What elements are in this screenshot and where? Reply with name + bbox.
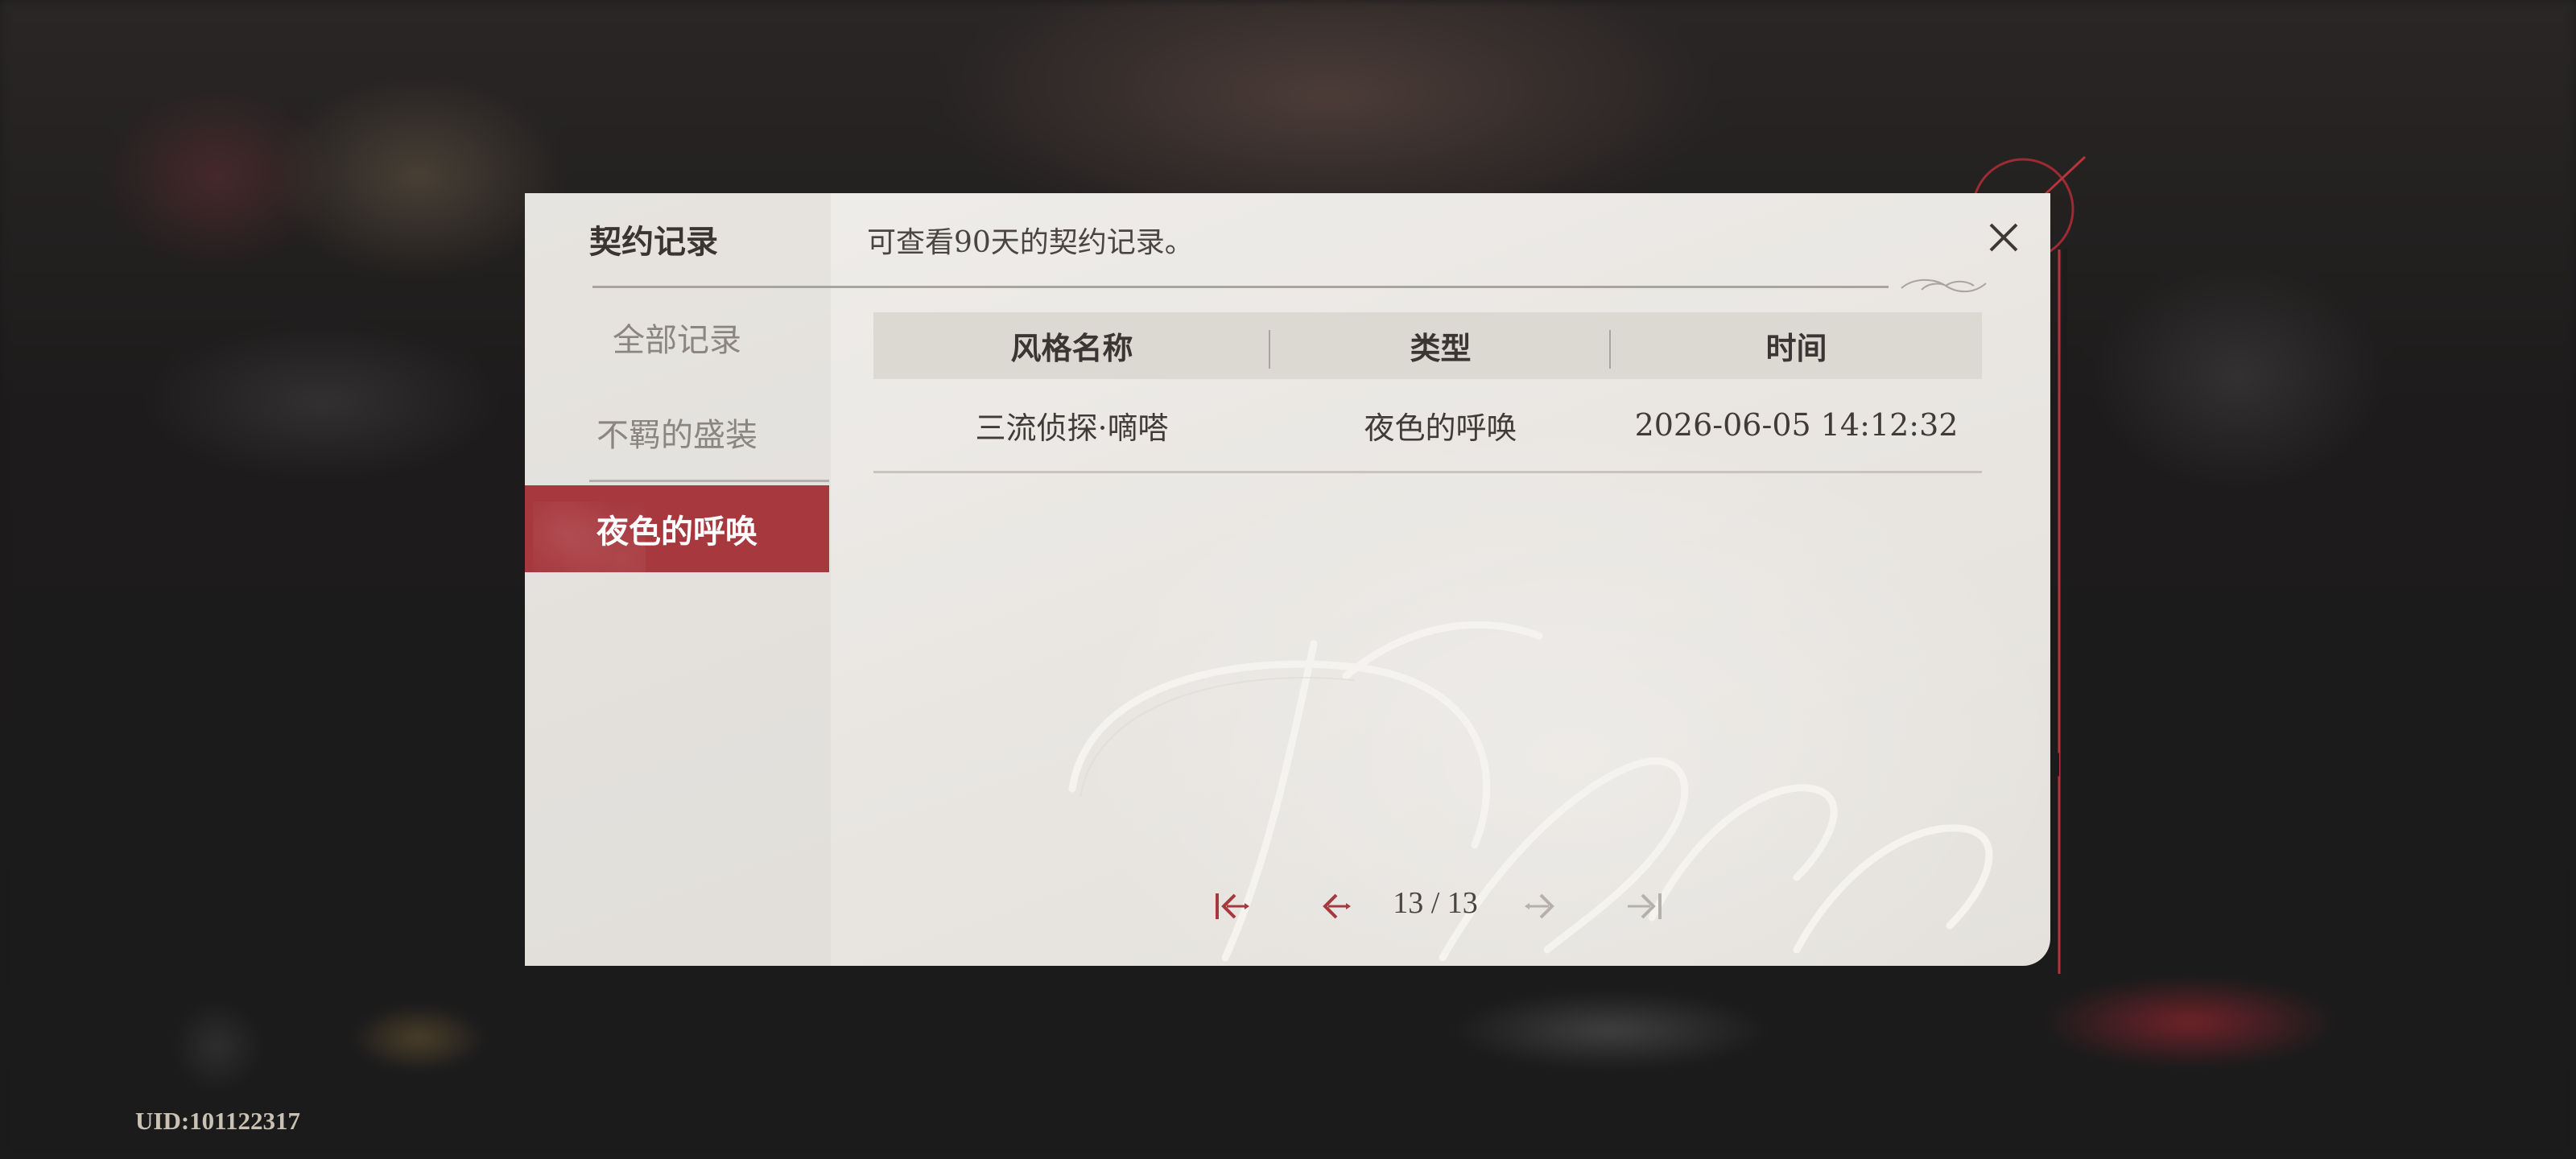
prev-page-button[interactable] [1314,884,1359,929]
dialog-description: 可查看90天的契约记录。 [867,226,1194,259]
dialog-title: 契约记录 [589,223,718,261]
first-page-button[interactable] [1209,884,1254,929]
header-divider [592,286,1889,288]
tab-divider [589,480,829,482]
table-row: 三流侦探·嘀嗒 夜色的呼唤 2026-06-05 14:12:32 [873,379,1982,473]
close-button[interactable] [1979,213,2028,262]
column-header-label: 时间 [1765,330,1827,366]
prev-page-icon [1323,893,1351,919]
column-header-style-name: 风格名称 [873,312,1270,379]
cell-time: 2026-06-05 14:12:32 [1634,407,1959,443]
cell-type: 夜色的呼唤 [1364,410,1517,446]
contract-record-dialog: 契约记录 可查看90天的契约记录。 全部记录 不羁的盛装 夜色的呼唤 风格名称 … [525,193,2050,966]
tab-label: 全部记录 [613,322,741,359]
next-page-icon [1525,893,1554,919]
table-header: 风格名称 类型 时间 [873,312,1982,379]
close-icon [1989,223,2018,252]
tab-unbridled-attire[interactable]: 不羁的盛装 [525,389,829,476]
tab-call-of-night[interactable]: 夜色的呼唤 [525,485,829,574]
first-page-icon [1216,893,1249,919]
flourish-ornament [1901,278,1987,293]
cell-style-name: 三流侦探·嘀嗒 [975,410,1169,446]
last-page-button[interactable] [1623,884,1668,929]
tab-label: 夜色的呼唤 [597,513,758,551]
uid-label: UID:101122317 [135,1107,300,1135]
column-header-time: 时间 [1611,312,1982,379]
tab-label: 不羁的盛装 [597,417,758,454]
page-indicator: 13 / 13 [1393,886,1478,920]
last-page-icon [1628,893,1662,919]
column-header-type: 类型 [1270,312,1611,379]
column-header-label: 类型 [1410,330,1472,366]
next-page-button[interactable] [1518,884,1563,929]
column-header-label: 风格名称 [1010,330,1133,366]
tab-all-records[interactable]: 全部记录 [525,294,829,381]
